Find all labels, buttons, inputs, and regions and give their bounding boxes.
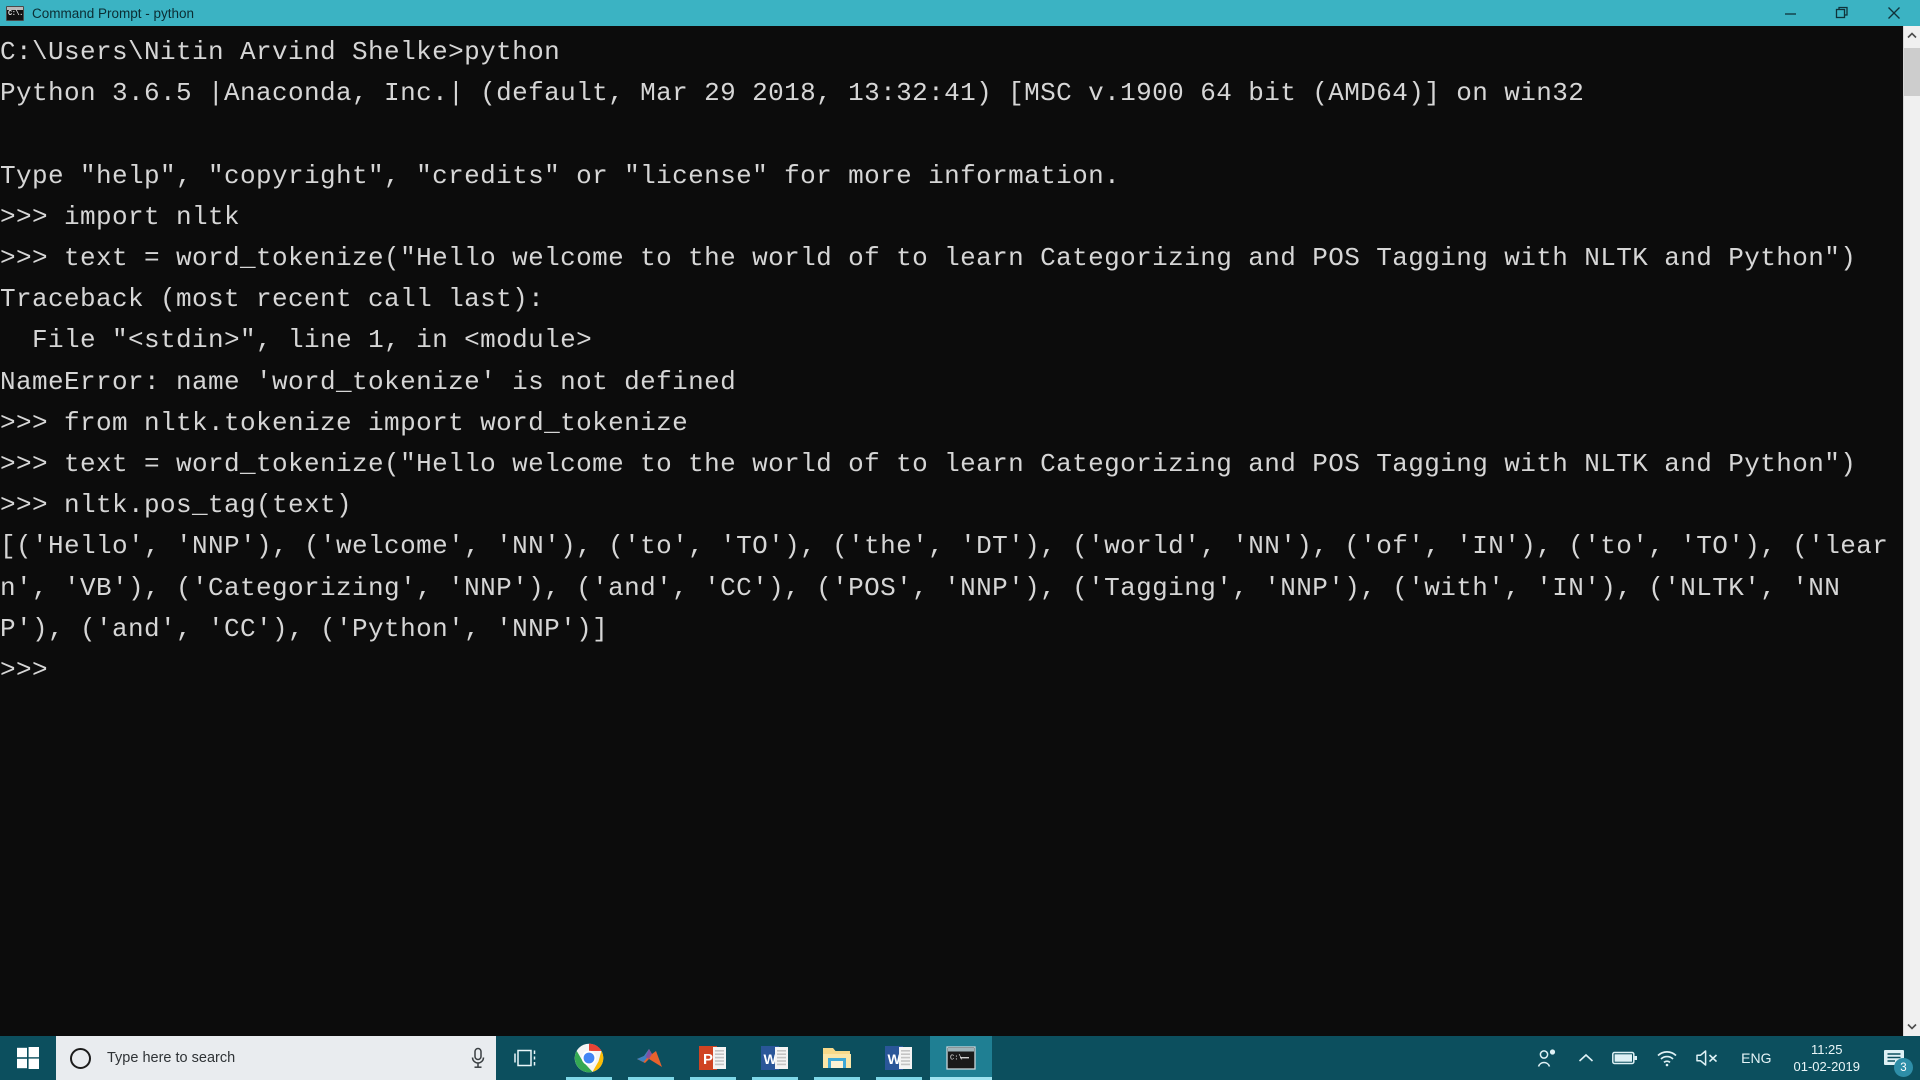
language-indicator[interactable]: ENG <box>1731 1050 1781 1066</box>
cortana-circle-icon <box>70 1048 91 1069</box>
speaker-muted-icon[interactable] <box>1687 1036 1731 1080</box>
window-titlebar[interactable]: Command Prompt - python <box>0 0 1920 26</box>
clock[interactable]: 11:25 01-02-2019 <box>1782 1036 1873 1080</box>
word-icon: W <box>761 1045 789 1071</box>
scrollbar-thumb[interactable] <box>1904 48 1920 96</box>
microphone-icon <box>470 1047 486 1069</box>
taskbar-item-powerpoint[interactable]: P <box>682 1036 744 1080</box>
notifications-button[interactable]: 3 <box>1872 1036 1916 1080</box>
taskbar-item-google-chrome[interactable] <box>558 1036 620 1080</box>
people-icon[interactable] <box>1527 1036 1569 1080</box>
taskbar-item-file-explorer[interactable] <box>806 1036 868 1080</box>
wifi-icon[interactable] <box>1647 1036 1687 1080</box>
taskbar-item-word-2[interactable]: W <box>868 1036 930 1080</box>
maximize-button[interactable] <box>1816 0 1868 26</box>
show-hidden-icons-button[interactable] <box>1569 1036 1603 1080</box>
scroll-down-icon[interactable] <box>1904 1017 1920 1036</box>
notification-badge: 3 <box>1894 1058 1913 1077</box>
battery-icon[interactable] <box>1603 1036 1647 1080</box>
svg-text:C:\: C:\ <box>950 1055 963 1063</box>
google-chrome-icon <box>574 1043 604 1073</box>
desktop-screen: Command Prompt - python C:\Users\Nitin A… <box>0 0 1920 1080</box>
matlab-icon <box>636 1046 666 1070</box>
windows-start-button[interactable] <box>0 1036 56 1080</box>
close-button[interactable] <box>1868 0 1920 26</box>
powerpoint-icon: P <box>699 1045 727 1071</box>
command-prompt-icon <box>6 6 24 21</box>
windows-start-icon <box>17 1047 39 1069</box>
word-icon: W <box>885 1045 913 1071</box>
scroll-up-icon[interactable] <box>1904 26 1920 45</box>
minimize-button[interactable] <box>1764 0 1816 26</box>
console-output-area[interactable]: C:\Users\Nitin Arvind Shelke>python Pyth… <box>0 26 1903 1036</box>
taskbar-item-word-1[interactable]: W <box>744 1036 806 1080</box>
window-title: Command Prompt - python <box>32 6 194 21</box>
command-prompt-icon: C:\ <box>946 1046 976 1070</box>
clock-time: 11:25 <box>1811 1041 1843 1058</box>
svg-text:P: P <box>703 1051 713 1068</box>
taskbar-item-task-view[interactable] <box>496 1036 558 1080</box>
console-scrollbar[interactable] <box>1903 26 1920 1036</box>
taskbar: Type here to search <box>0 1036 1920 1080</box>
search-box[interactable]: Type here to search <box>56 1036 496 1080</box>
task-view-icon <box>514 1047 540 1069</box>
file-explorer-icon <box>822 1045 852 1071</box>
taskbar-item-command-prompt[interactable]: C:\ <box>930 1036 992 1080</box>
window-controls <box>1764 0 1920 26</box>
taskbar-item-matlab[interactable] <box>620 1036 682 1080</box>
system-tray: ENG 11:25 01-02-2019 3 <box>1527 1036 1920 1080</box>
search-input[interactable]: Type here to search <box>107 1050 470 1066</box>
console-text: C:\Users\Nitin Arvind Shelke>python Pyth… <box>0 26 1903 691</box>
clock-date: 01-02-2019 <box>1794 1058 1861 1075</box>
